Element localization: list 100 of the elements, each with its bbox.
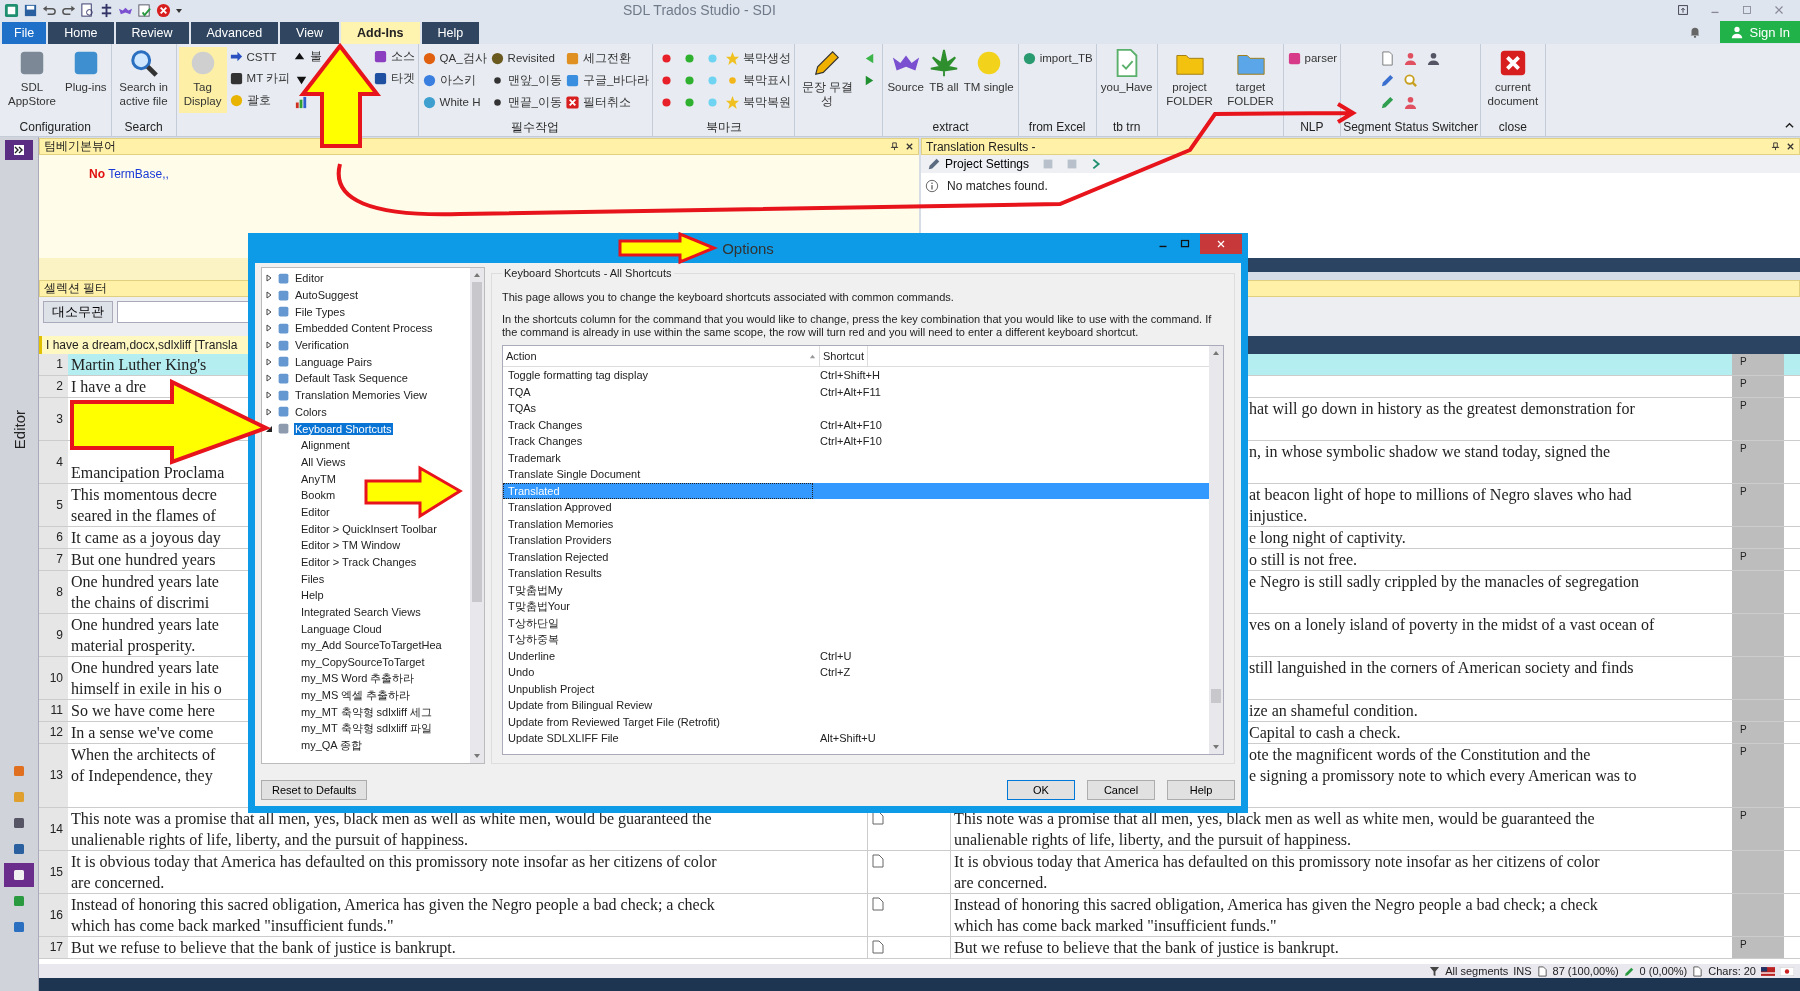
- bookmark-dot-icon[interactable]: [707, 97, 717, 107]
- segment-row[interactable]: [39, 851, 1800, 894]
- expand-button[interactable]: [5, 140, 33, 160]
- ribbon-button[interactable]: project FOLDER: [1159, 47, 1220, 113]
- ribbon-button[interactable]: CSTT: [227, 47, 278, 66]
- ribbon-button[interactable]: 필터취소: [564, 91, 632, 113]
- shortcut-row[interactable]: T맞춤법Your: [503, 598, 1209, 615]
- ribbon-button[interactable]: TM single: [961, 47, 1016, 113]
- tree-item[interactable]: Language Cloud: [262, 620, 470, 638]
- shortcut-row[interactable]: T맞춤법My: [503, 581, 1209, 598]
- ribbon-tab[interactable]: Home: [48, 22, 114, 44]
- bookmark-dot-icon[interactable]: [661, 97, 671, 107]
- segment-row[interactable]: [39, 894, 1800, 937]
- bookmark-dot-icon[interactable]: [661, 75, 671, 85]
- tree-item[interactable]: Editor > Track Changes: [262, 553, 470, 571]
- tree-item[interactable]: Embedded Content Process: [262, 320, 470, 337]
- bookmark-dot-icon[interactable]: [684, 53, 694, 63]
- close-icon[interactable]: [156, 2, 171, 18]
- close-icon[interactable]: [1786, 142, 1795, 151]
- segment-row[interactable]: [39, 808, 1800, 851]
- ribbon-button[interactable]: 괄호: [227, 91, 272, 110]
- dropdown-icon[interactable]: [175, 6, 183, 14]
- magnifier-icon[interactable]: [1403, 72, 1418, 88]
- ribbon-button[interactable]: Plug-ins: [63, 47, 109, 113]
- shortcut-row[interactable]: Translation Results: [503, 565, 1209, 582]
- tree-item[interactable]: All Views: [262, 453, 470, 471]
- person-icon[interactable]: [1403, 50, 1418, 66]
- close-icon[interactable]: [905, 142, 914, 151]
- shortcut-row[interactable]: Update from Bilingual Review: [503, 697, 1209, 714]
- tree-item[interactable]: Colors: [262, 403, 470, 421]
- tree-item[interactable]: my_Add SourceToTargetHea: [262, 637, 470, 654]
- tree-item[interactable]: Bookm: [262, 486, 470, 504]
- ribbon-button[interactable]: MT 카피: [227, 69, 292, 88]
- tree-item[interactable]: Translation Memories View: [262, 386, 470, 404]
- split-icon[interactable]: [99, 2, 114, 18]
- shortcut-row[interactable]: Trademark: [503, 449, 1209, 466]
- tree-item[interactable]: my_MS Word 추출하라: [262, 670, 470, 688]
- column-header[interactable]: Action: [503, 346, 820, 366]
- cancel-button[interactable]: Cancel: [1087, 780, 1155, 800]
- person-icon[interactable]: [1403, 94, 1418, 110]
- bookmark-dot-icon[interactable]: [707, 53, 717, 63]
- scroll-up-icon[interactable]: [1212, 349, 1220, 357]
- shortcut-row[interactable]: Translation Providers: [503, 532, 1209, 549]
- shortcut-row[interactable]: Track Changes Ctrl+Alt+F10: [503, 416, 1209, 433]
- tree-item[interactable]: Verification: [262, 336, 470, 354]
- person-icon[interactable]: [1426, 50, 1441, 66]
- shortcut-row[interactable]: Track Changes Ctrl+Alt+F10: [503, 433, 1209, 450]
- collapse-icon[interactable]: [1785, 121, 1794, 130]
- nav-button[interactable]: [4, 863, 34, 887]
- tree-item[interactable]: Help: [262, 587, 470, 604]
- ribbon-button[interactable]: import_TB: [1020, 47, 1094, 69]
- shortcut-row[interactable]: Translation Approved: [503, 499, 1209, 516]
- shortcut-row[interactable]: T상하단일: [503, 614, 1209, 631]
- tree-item[interactable]: Keyboard Shortcuts: [262, 420, 470, 437]
- shortcut-row[interactable]: Translate Single Document: [503, 466, 1209, 483]
- tree-item[interactable]: my_MS 엑셀 추출하라: [262, 687, 470, 704]
- shortcut-row[interactable]: Translation Memories: [503, 515, 1209, 532]
- shortcut-row[interactable]: TQAs: [503, 400, 1209, 417]
- ribbon-button[interactable]: QA_검사: [420, 47, 488, 69]
- column-header[interactable]: Shortcut: [820, 346, 868, 366]
- ribbon-tab[interactable]: Advanced: [190, 22, 279, 44]
- tree-item[interactable]: Editor: [262, 503, 470, 521]
- ribbon-button[interactable]: target FOLDER: [1220, 47, 1281, 113]
- tree-item[interactable]: Integrated Search Views: [262, 603, 470, 621]
- pin-icon[interactable]: [890, 142, 899, 151]
- ribbon-button[interactable]: current document: [1482, 47, 1543, 113]
- ribbon-tab[interactable]: Help: [421, 22, 480, 44]
- ribbon-button[interactable]: Source: [885, 47, 926, 113]
- ribbon-button[interactable]: 맨끝_이동: [488, 91, 563, 113]
- save-icon[interactable]: [23, 2, 38, 18]
- ribbon-button[interactable]: 북막표시: [724, 69, 793, 91]
- ribbon-button[interactable]: 구글_바다라: [564, 69, 651, 91]
- shortcut-row[interactable]: T상하중복: [503, 631, 1209, 648]
- tree-item[interactable]: my_QA 종합: [262, 737, 470, 754]
- tree-item[interactable]: Default Task Sequence: [262, 370, 470, 387]
- tree-item[interactable]: AutoSuggest: [262, 286, 470, 304]
- tree-item[interactable]: my_CopySourceToTarget: [262, 653, 470, 671]
- help-button[interactable]: Help: [1167, 780, 1235, 800]
- scrollbar-thumb[interactable]: [1211, 689, 1221, 704]
- ribbon-button[interactable]: White H: [420, 91, 482, 113]
- ribbon-button[interactable]: SDL AppStore: [2, 47, 62, 113]
- bookmark-dot-icon[interactable]: [707, 75, 717, 85]
- ribbon-tab[interactable]: Add-Ins: [341, 22, 420, 44]
- ribbon-button[interactable]: Revisited: [488, 47, 556, 69]
- bookmark-dot-icon[interactable]: [661, 53, 671, 63]
- ok-button[interactable]: OK: [1007, 780, 1075, 800]
- ribbon-button[interactable]: 소스: [371, 47, 416, 66]
- tree-item[interactable]: my_MT 축약형 sdlxliff 파일: [262, 720, 470, 738]
- shortcut-row[interactable]: Unpublish Project: [503, 680, 1209, 697]
- tree-item[interactable]: Editor: [262, 270, 470, 287]
- tree-item[interactable]: AnyTM: [262, 470, 470, 487]
- ribbon-tab[interactable]: View: [280, 22, 339, 44]
- ribbon-button[interactable]: 북막복원: [724, 91, 793, 113]
- scroll-down-icon[interactable]: [473, 752, 481, 760]
- ribbon-button[interactable]: Tag Display: [178, 47, 227, 113]
- segment-row[interactable]: 17 But we refuse to believe that the bank of justice is bankrupt. But we refuse to believe that the bank of justice is bankrupt. P: [39, 937, 1800, 959]
- restore-icon[interactable]: [1676, 3, 1690, 17]
- ribbon-button[interactable]: 불: [290, 47, 323, 66]
- tree-item[interactable]: Alignment: [262, 436, 470, 454]
- tree-item[interactable]: Editor > QuickInsert Toolbar: [262, 520, 470, 537]
